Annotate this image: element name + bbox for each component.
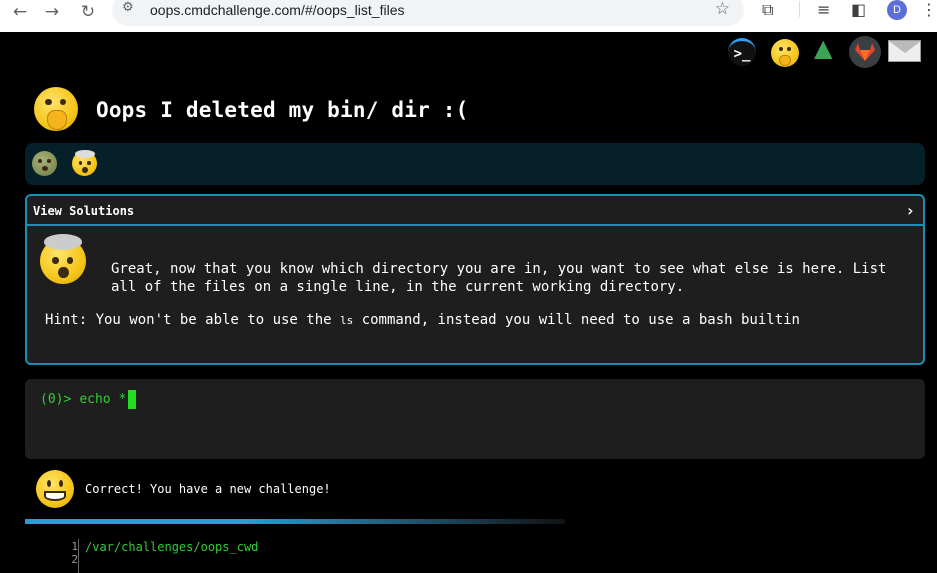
hint-code: ls: [340, 314, 354, 327]
terminal-line[interactable]: (0)> echo *: [40, 390, 137, 409]
progress-strip: [25, 143, 925, 185]
media-controls-icon[interactable]: ≡: [817, 0, 830, 19]
line-number-gutter: 1 2: [60, 540, 78, 566]
browser-menu-icon[interactable]: ⋮: [921, 0, 937, 19]
command-output: /var/challenges/oops_cwd: [85, 540, 259, 554]
challenge-hint: Hint: You won't be able to use the ls co…: [45, 312, 800, 328]
terminal-cursor: [128, 390, 137, 409]
hint-suffix: command, instead you will need to use a …: [353, 312, 800, 328]
terminal-prompt-icon[interactable]: >_: [728, 38, 756, 66]
site-info-icon[interactable]: ⚙: [122, 0, 134, 15]
view-solutions-label: View Solutions: [33, 204, 135, 218]
extensions-icon[interactable]: ⧉: [762, 0, 773, 20]
address-bar[interactable]: ⚙ oops.cmdchallenge.com/#/oops_list_file…: [112, 0, 744, 26]
url-text[interactable]: oops.cmdchallenge.com/#/oops_list_files: [150, 2, 404, 18]
exploding-head-icon: [40, 234, 86, 284]
page-title: Oops I deleted my bin/ dir :(: [96, 98, 469, 122]
tree-icon[interactable]: ▲: [814, 36, 832, 60]
title-oops-face-icon: [34, 87, 78, 131]
side-panel-icon[interactable]: ◧: [851, 0, 866, 19]
forward-icon[interactable]: →: [40, 0, 64, 24]
terminal-prompt: (0)>: [40, 392, 72, 407]
line-number: 2: [71, 553, 78, 566]
challenge-description: Great, now that you know which directory…: [111, 261, 887, 295]
gitlab-icon[interactable]: [849, 36, 881, 68]
gutter-divider: [78, 539, 79, 573]
terminal[interactable]: (0)> echo *: [25, 379, 925, 459]
terminal-input[interactable]: echo *: [79, 392, 126, 407]
back-icon[interactable]: ←: [8, 0, 32, 24]
browser-toolbar: ← → ↻ ⚙ oops.cmdchallenge.com/#/oops_lis…: [0, 0, 937, 32]
grinning-face-icon: [36, 470, 74, 508]
line-number: 1: [71, 540, 78, 553]
output-divider: [25, 519, 565, 524]
reload-icon[interactable]: ↻: [76, 0, 100, 24]
hint-prefix: Hint: You won't be able to use the: [45, 312, 341, 328]
result-message: Correct! You have a new challenge!: [85, 482, 331, 496]
sick-face-icon[interactable]: [32, 151, 57, 176]
toolbar-divider: [799, 1, 800, 17]
oops-face-icon[interactable]: [771, 39, 799, 67]
profile-avatar[interactable]: D: [887, 0, 907, 20]
mail-icon[interactable]: [888, 40, 921, 62]
solutions-panel: View Solutions › Great, now that you kno…: [25, 194, 925, 365]
view-solutions-toggle[interactable]: View Solutions ›: [27, 196, 923, 226]
chevron-right-icon[interactable]: ›: [905, 201, 915, 220]
exploding-head-icon[interactable]: [72, 149, 97, 176]
bookmark-star-icon[interactable]: ☆: [715, 0, 730, 19]
